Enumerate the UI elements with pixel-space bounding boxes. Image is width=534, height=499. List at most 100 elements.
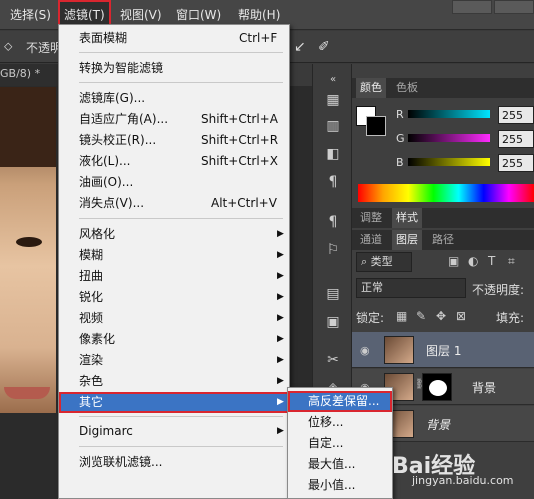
adjustments-panel-icon[interactable]: ◧ bbox=[323, 144, 343, 164]
tab-paths[interactable]: 路径 bbox=[428, 230, 458, 250]
submenu-item-minimum[interactable]: 最小值... bbox=[288, 475, 392, 496]
color-panel-tabs: 颜色 色板 bbox=[352, 78, 534, 98]
layer-name: 图层 1 bbox=[426, 344, 462, 358]
blend-mode-select[interactable]: 正常 bbox=[356, 278, 466, 298]
tab-layers[interactable]: 图层 bbox=[392, 230, 422, 250]
lock-move-icon[interactable]: ✥ bbox=[436, 309, 446, 323]
menu-item-label: 像素化 bbox=[79, 332, 116, 346]
paragraph-panel-icon[interactable]: ¶ bbox=[323, 172, 343, 192]
menu-item-label: Digimarc bbox=[79, 424, 133, 438]
tab-channels[interactable]: 通道 bbox=[356, 230, 386, 250]
photo-mouth bbox=[4, 387, 50, 399]
submenu-item-custom[interactable]: 自定... bbox=[288, 433, 392, 454]
menu-item-label: 自适应广角(A)... bbox=[79, 112, 169, 126]
layer-filter-kind-value: 类型 bbox=[370, 255, 393, 268]
filter-type-icon[interactable]: T bbox=[488, 254, 495, 268]
tools-panel-icon[interactable]: ✂ bbox=[323, 350, 343, 370]
tab-styles[interactable]: 样式 bbox=[392, 208, 422, 228]
color-spectrum[interactable] bbox=[358, 184, 534, 202]
submenu-arrow-icon: ▶ bbox=[277, 292, 284, 302]
menu-item-digimarc[interactable]: Digimarc ▶ bbox=[59, 421, 289, 442]
menu-item-vanishing-point[interactable]: 消失点(V)... Alt+Ctrl+V bbox=[59, 193, 289, 214]
menu-item-filter-gallery[interactable]: 滤镜库(G)... bbox=[59, 88, 289, 109]
menu-item-noise[interactable]: 杂色 ▶ bbox=[59, 371, 289, 392]
opacity-label: 不透明 bbox=[26, 41, 63, 55]
submenu-item-maximum[interactable]: 最大值... bbox=[288, 454, 392, 475]
lock-all-icon[interactable]: ⊠ bbox=[456, 309, 466, 323]
menu-item-video[interactable]: 视频 ▶ bbox=[59, 308, 289, 329]
submenu-arrow-icon: ▶ bbox=[277, 229, 284, 239]
menu-item-pixelate[interactable]: 像素化 ▶ bbox=[59, 329, 289, 350]
lock-paint-icon[interactable]: ✎ bbox=[416, 309, 426, 323]
tab-color[interactable]: 颜色 bbox=[356, 78, 386, 98]
tab-swatches[interactable]: 色板 bbox=[392, 78, 422, 98]
swatches-panel-icon[interactable]: ▥ bbox=[323, 116, 343, 136]
menu-item-label: 杂色 bbox=[79, 374, 104, 388]
menu-item-other[interactable]: 其它 ▶ bbox=[59, 392, 289, 413]
channel-r-value[interactable]: 255 bbox=[498, 106, 534, 124]
visibility-eye-icon[interactable]: ◉ bbox=[360, 344, 370, 357]
pressure-opacity-icon[interactable]: ↙ bbox=[294, 39, 306, 55]
channel-b-slider[interactable] bbox=[408, 158, 490, 166]
collapse-icon[interactable]: « bbox=[323, 70, 343, 90]
menu-item-oil-paint[interactable]: 油画(O)... bbox=[59, 172, 289, 193]
menu-item-blur[interactable]: 模糊 ▶ bbox=[59, 245, 289, 266]
submenu-arrow-icon: ▶ bbox=[277, 397, 284, 407]
menu-item-render[interactable]: 渲染 ▶ bbox=[59, 350, 289, 371]
submenu-item-offset[interactable]: 位移... bbox=[288, 412, 392, 433]
layer-row-1[interactable]: ◉ 图层 1 bbox=[352, 332, 534, 368]
menu-item-label: 渲染 bbox=[79, 353, 104, 367]
history-panel-icon[interactable]: ▤ bbox=[323, 284, 343, 304]
color-panel-icon[interactable]: ▦ bbox=[323, 90, 343, 110]
photo-hair bbox=[0, 87, 56, 167]
filter-adjust-icon[interactable]: ◐ bbox=[468, 254, 478, 268]
minimize-button[interactable] bbox=[452, 0, 492, 14]
background-color-swatch[interactable] bbox=[366, 116, 386, 136]
menu-item-adaptive-wide-angle[interactable]: 自适应广角(A)... Shift+Ctrl+A bbox=[59, 109, 289, 130]
brush-icon[interactable]: ✐ bbox=[318, 39, 330, 55]
options-chevron[interactable]: ⬦ bbox=[4, 39, 12, 54]
layer-filter-kind[interactable]: ⌕ 类型 bbox=[356, 252, 412, 272]
submenu-arrow-icon: ▶ bbox=[277, 271, 284, 281]
menu-item-liquify[interactable]: 液化(L)... Shift+Ctrl+X bbox=[59, 151, 289, 172]
lock-transparent-icon[interactable]: ▦ bbox=[396, 309, 407, 323]
menu-item-lens-correction[interactable]: 镜头校正(R)... Shift+Ctrl+R bbox=[59, 130, 289, 151]
menu-item-label: 油画(O)... bbox=[79, 175, 134, 189]
filter-pixel-icon[interactable]: ▣ bbox=[448, 254, 459, 268]
menu-item-label: 扭曲 bbox=[79, 269, 104, 283]
channel-g-value[interactable]: 255 bbox=[498, 130, 534, 148]
document-tab[interactable]: GB/8) * bbox=[0, 64, 60, 86]
clone-source-icon[interactable]: ⚐ bbox=[323, 240, 343, 260]
submenu-item-high-pass[interactable]: 高反差保留... bbox=[288, 391, 392, 412]
search-icon: ⌕ bbox=[361, 255, 371, 268]
menu-item-distort[interactable]: 扭曲 ▶ bbox=[59, 266, 289, 287]
channel-r-slider[interactable] bbox=[408, 110, 490, 118]
channel-g-slider[interactable] bbox=[408, 134, 490, 142]
channel-b-value[interactable]: 255 bbox=[498, 154, 534, 172]
menu-item-label: 液化(L)... bbox=[79, 154, 131, 168]
menu-item-sharpen[interactable]: 锐化 ▶ bbox=[59, 287, 289, 308]
fill-label: 填充: bbox=[496, 311, 525, 325]
tab-adjustments[interactable]: 调整 bbox=[356, 208, 386, 228]
submenu-item-label: 位移... bbox=[308, 415, 344, 429]
menu-item-shortcut: Shift+Ctrl+A bbox=[201, 112, 278, 126]
properties-panel-icon[interactable]: ▣ bbox=[323, 312, 343, 332]
blend-mode-value: 正常 bbox=[361, 281, 383, 294]
menu-item-label: 风格化 bbox=[79, 227, 116, 241]
character-panel-icon[interactable]: ¶ bbox=[323, 212, 343, 232]
channel-r-label: R bbox=[396, 108, 404, 121]
layer-name: 背景 bbox=[426, 418, 451, 432]
menu-item-browse-online-filters[interactable]: 浏览联机滤镜... bbox=[59, 452, 289, 473]
layer-mask-thumbnail[interactable] bbox=[422, 373, 452, 401]
menu-item-surface-blur[interactable]: 表面模糊 Ctrl+F bbox=[59, 28, 289, 49]
filter-shape-icon[interactable]: ⌗ bbox=[508, 254, 515, 269]
adjust-panel-tabs: 调整 样式 bbox=[352, 208, 534, 228]
menu-item-shortcut: Ctrl+F bbox=[239, 31, 278, 45]
submenu-arrow-icon: ▶ bbox=[277, 355, 284, 365]
menu-item-stylize[interactable]: 风格化 ▶ bbox=[59, 224, 289, 245]
channel-b-label: B bbox=[396, 156, 404, 169]
maximize-button[interactable] bbox=[494, 0, 534, 14]
menu-item-convert-smart-filter[interactable]: 转换为智能滤镜 bbox=[59, 58, 289, 79]
submenu-arrow-icon: ▶ bbox=[277, 250, 284, 260]
menu-select[interactable]: 选择(S) bbox=[6, 0, 55, 30]
